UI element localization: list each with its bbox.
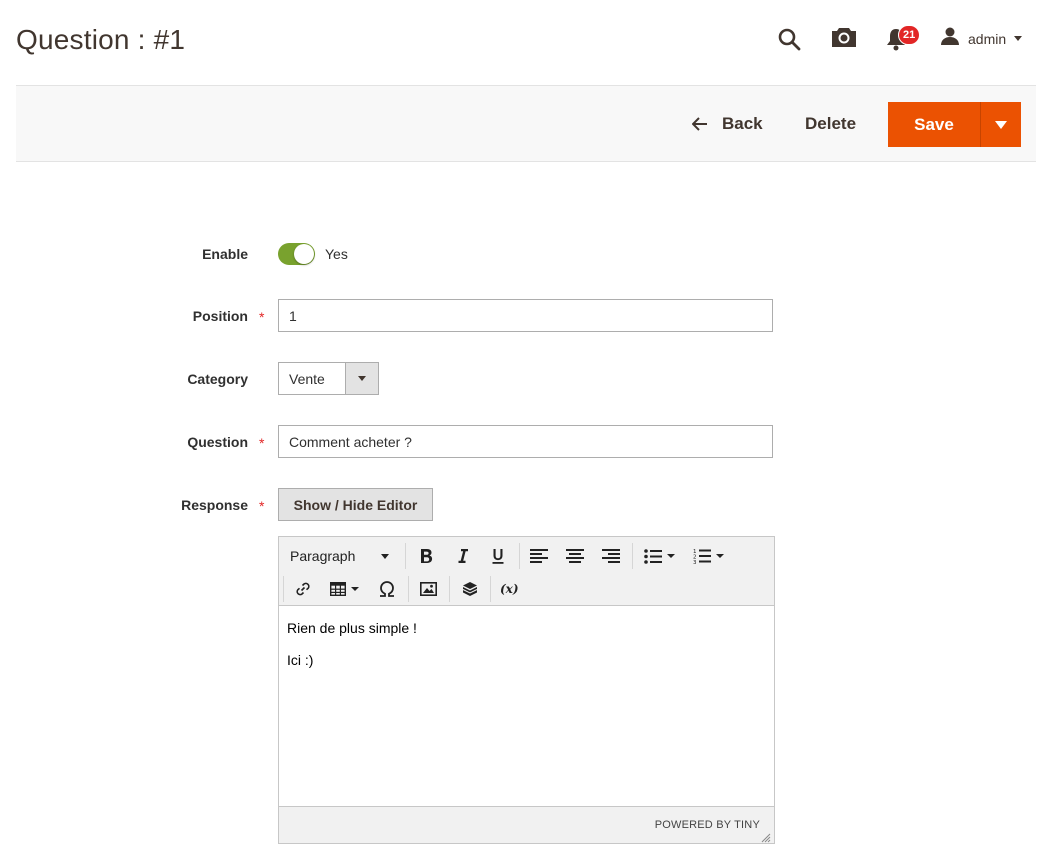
svg-text:(x): (x) bbox=[500, 582, 519, 596]
user-name: admin bbox=[968, 30, 1007, 47]
format-select[interactable]: Paragraph bbox=[283, 541, 399, 571]
position-label: Position bbox=[192, 308, 248, 324]
search-icon[interactable] bbox=[776, 26, 802, 52]
camera-icon[interactable] bbox=[829, 24, 859, 50]
toolbar-divider bbox=[283, 576, 284, 602]
editor-paragraph: Rien de plus simple ! bbox=[287, 620, 417, 636]
powered-by-link[interactable]: POWERED BY TINY bbox=[655, 819, 760, 831]
chevron-down-icon bbox=[715, 554, 724, 558]
page-title: Question : #1 bbox=[16, 24, 186, 55]
editor-toolbar: Paragraph 123 (x) bbox=[279, 537, 774, 606]
required-marker: * bbox=[259, 435, 265, 451]
align-center-icon[interactable] bbox=[561, 541, 589, 571]
back-button[interactable]: Back bbox=[688, 102, 767, 146]
editor-status-bar: POWERED BY TINY bbox=[279, 806, 774, 843]
chevron-down-icon bbox=[350, 587, 359, 591]
category-select[interactable]: Vente bbox=[278, 362, 379, 395]
italic-icon[interactable] bbox=[448, 541, 476, 571]
wysiwyg-editor: Paragraph 123 (x) Rien de plus simple ! … bbox=[278, 536, 775, 844]
toolbar-divider bbox=[519, 543, 520, 569]
toolbar-divider bbox=[408, 576, 409, 602]
question-input[interactable] bbox=[278, 425, 773, 458]
select-arrow bbox=[345, 363, 378, 394]
numbered-list-icon[interactable]: 123 bbox=[687, 541, 729, 571]
widget-icon[interactable] bbox=[456, 574, 484, 604]
user-menu[interactable]: admin bbox=[940, 26, 1023, 51]
resize-handle-icon[interactable] bbox=[761, 830, 771, 843]
align-right-icon[interactable] bbox=[597, 541, 625, 571]
chevron-down-icon bbox=[666, 554, 675, 558]
arrow-left-icon bbox=[692, 117, 708, 131]
enable-toggle-text: Yes bbox=[325, 246, 348, 262]
toolbar-divider bbox=[632, 543, 633, 569]
bullet-list-icon[interactable] bbox=[638, 541, 680, 571]
enable-label: Enable bbox=[202, 246, 248, 262]
toggle-knob bbox=[294, 244, 314, 264]
chevron-down-icon bbox=[381, 554, 389, 559]
delete-button[interactable]: Delete bbox=[801, 102, 860, 146]
save-options-toggle[interactable] bbox=[980, 102, 1021, 147]
table-icon[interactable] bbox=[325, 574, 363, 604]
insert-variable-icon[interactable]: (x) bbox=[496, 574, 524, 604]
required-marker: * bbox=[259, 498, 265, 514]
special-character-icon[interactable] bbox=[373, 574, 401, 604]
caret-down-icon bbox=[995, 120, 1007, 129]
question-label: Question bbox=[187, 434, 248, 450]
notification-count-badge[interactable]: 21 bbox=[898, 25, 921, 45]
back-label: Back bbox=[722, 114, 763, 133]
required-marker: * bbox=[259, 309, 265, 325]
chevron-down-icon bbox=[1014, 36, 1023, 41]
toolbar-divider bbox=[490, 576, 491, 602]
category-selected-value: Vente bbox=[289, 370, 325, 387]
save-button[interactable]: Save bbox=[888, 102, 980, 147]
underline-icon[interactable] bbox=[484, 541, 512, 571]
category-label: Category bbox=[187, 371, 248, 387]
editor-content[interactable]: Rien de plus simple ! Ici :) bbox=[287, 619, 417, 683]
align-left-icon[interactable] bbox=[525, 541, 553, 571]
position-input[interactable] bbox=[278, 299, 773, 332]
editor-paragraph: Ici :) bbox=[287, 652, 314, 668]
page-actions-bar: Back Delete Save bbox=[16, 85, 1036, 162]
toolbar-divider bbox=[405, 543, 406, 569]
show-hide-editor-button[interactable]: Show / Hide Editor bbox=[278, 488, 433, 521]
response-label: Response bbox=[181, 497, 248, 513]
format-select-value: Paragraph bbox=[290, 548, 356, 564]
toolbar-divider bbox=[449, 576, 450, 602]
svg-text:3: 3 bbox=[693, 560, 697, 564]
user-icon bbox=[940, 26, 960, 51]
enable-toggle[interactable] bbox=[278, 243, 315, 265]
image-icon[interactable] bbox=[414, 574, 442, 604]
link-icon[interactable] bbox=[289, 574, 317, 604]
chevron-down-icon bbox=[358, 376, 366, 381]
bold-icon[interactable] bbox=[412, 541, 440, 571]
